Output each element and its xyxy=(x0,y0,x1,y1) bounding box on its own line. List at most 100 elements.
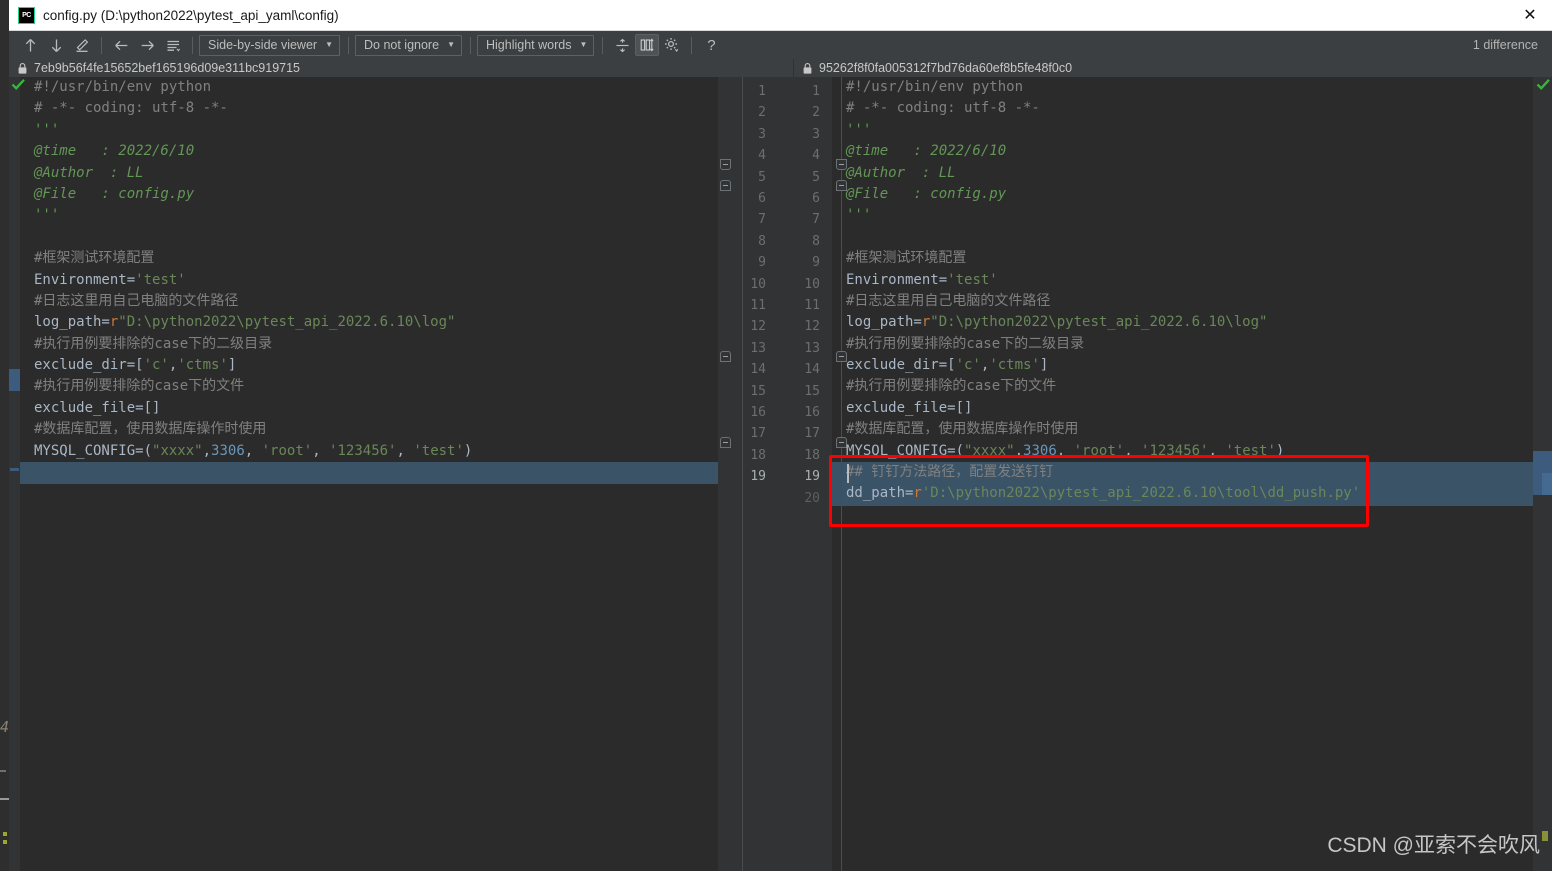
lock-icon xyxy=(803,62,812,74)
code-token: #数据库配置，使用数据库操作时使用 xyxy=(34,421,267,438)
line-number: 11 xyxy=(804,298,820,313)
arrow-down-icon[interactable] xyxy=(43,33,69,57)
line-number: 9 xyxy=(812,255,820,271)
window-title: config.py (D:\python2022\pytest_api_yaml… xyxy=(43,7,339,23)
code-line: #!/usr/bin/env python xyxy=(832,77,1360,98)
ignore-mode-label: Do not ignore xyxy=(364,38,440,52)
code-token: @Author : LL xyxy=(846,164,956,181)
title-bar: PC config.py (D:\python2022\pytest_api_y… xyxy=(9,0,1552,31)
code-token: 3306 xyxy=(1023,442,1057,459)
code-line: ## 钉钉方法路径，配置发送钉钉 xyxy=(832,462,1360,483)
close-icon[interactable]: ✕ xyxy=(1508,0,1552,31)
code-token: 'test' xyxy=(135,271,186,288)
ignore-mode-dropdown[interactable]: Do not ignore ▼ xyxy=(355,34,462,56)
line-number: 16 xyxy=(804,405,820,420)
right-error-stripe[interactable] xyxy=(1533,77,1552,871)
right-code-text: #!/usr/bin/env python # -*- coding: utf-8… xyxy=(832,77,1360,505)
code-line: log_path=r"D:\python2022\pytest_api_2022… xyxy=(20,312,472,333)
arrow-up-icon[interactable] xyxy=(17,33,43,57)
code-token: #执行用例要排除的case下的二级目录 xyxy=(846,335,1085,352)
lock-icon xyxy=(18,62,27,74)
code-token: #!/usr/bin/env python xyxy=(846,79,1024,95)
line-number: 2 xyxy=(758,105,766,121)
left-scroll-marker xyxy=(9,369,20,391)
diff-toolbar: Side-by-side viewer ▼ Do not ignore ▼ Hi… xyxy=(9,31,1552,59)
toolbar-divider-3 xyxy=(348,36,349,54)
code-line: @File : config.py xyxy=(20,184,472,205)
code-token: ''' xyxy=(846,121,872,138)
line-number: 20 xyxy=(804,490,820,506)
line-number: 19 xyxy=(750,469,766,485)
code-token: , xyxy=(202,442,212,459)
toolbar-divider-4 xyxy=(469,36,471,54)
fold-marker[interactable] xyxy=(720,437,731,448)
code-token: , xyxy=(312,442,330,459)
code-line: MYSQL_CONFIG=("xxxx",3306, 'root', '1234… xyxy=(832,441,1360,462)
line-number: 18 xyxy=(804,447,820,463)
code-line: Environment='test' xyxy=(832,270,1360,291)
arrow-left-icon[interactable] xyxy=(108,33,134,57)
code-line: ''' xyxy=(832,205,1360,226)
help-question-icon[interactable]: ? xyxy=(698,33,724,57)
gear-icon[interactable] xyxy=(659,33,685,57)
code-token: Environment= xyxy=(846,271,948,288)
code-line: exclude_file=[] xyxy=(20,398,472,419)
code-token: exclude_dir=[ xyxy=(846,357,956,374)
code-token: "D:\python2022\pytest_api_2022.6.10\log" xyxy=(930,314,1268,331)
code-token: "D:\python2022\pytest_api_2022.6.10\log" xyxy=(118,314,456,331)
toolbar-divider-2 xyxy=(192,36,193,54)
collapse-unchanged-icon[interactable] xyxy=(609,33,635,57)
highlight-mode-dropdown[interactable]: Highlight words ▼ xyxy=(476,34,595,56)
pencil-icon[interactable] xyxy=(69,33,95,57)
fold-marker[interactable] xyxy=(720,351,731,362)
pycharm-icon: PC xyxy=(18,6,35,24)
background-window-dot-2 xyxy=(3,840,7,844)
code-token: dd_path= xyxy=(846,485,914,502)
code-token: MYSQL_CONFIG=( xyxy=(846,442,965,459)
align-lines-icon[interactable] xyxy=(160,33,186,57)
line-number: 11 xyxy=(750,298,766,313)
synchronize-scroll-icon[interactable] xyxy=(635,34,660,56)
line-number: 8 xyxy=(812,233,820,249)
code-line: exclude_dir=['c','ctms'] xyxy=(20,355,472,376)
code-line: #执行用例要排除的case下的文件 xyxy=(20,376,472,397)
code-token: #日志这里用自己电脑的文件路径 xyxy=(846,292,1051,309)
viewer-mode-dropdown[interactable]: Side-by-side viewer ▼ xyxy=(199,34,340,56)
line-number: 2 xyxy=(812,105,820,121)
background-window-edge xyxy=(0,0,9,871)
fold-marker[interactable] xyxy=(720,180,731,191)
line-number: 6 xyxy=(758,191,766,206)
line-number: 12 xyxy=(804,319,820,335)
arrow-right-icon[interactable] xyxy=(134,33,160,57)
code-line: @File : config.py xyxy=(832,184,1360,205)
line-number: 14 xyxy=(750,362,766,378)
code-token: "xxxx" xyxy=(152,442,203,459)
code-token: @time : 2022/6/10 xyxy=(846,143,1007,160)
code-line: exclude_file=[] xyxy=(832,398,1360,419)
left-gutter: 1 2 3 4 5 6 7 8 9 10 11 12 13 14 15 16 17 18 19 xyxy=(718,77,776,871)
code-token: , xyxy=(396,442,414,459)
code-line: #日志这里用自己电脑的文件路径 xyxy=(20,291,472,312)
code-token: log_path= xyxy=(34,314,110,331)
text-caret xyxy=(847,464,849,483)
left-revision-bar: 7eb9b56f4fe15652bef165196d09e311bc919715 xyxy=(9,59,793,77)
line-number: 4 xyxy=(812,148,820,164)
code-line: # -*- coding: utf-8 -*- xyxy=(20,98,472,119)
code-token: #框架测试环境配置 xyxy=(34,250,155,267)
right-code-pane[interactable]: #!/usr/bin/env python # -*- coding: utf-8… xyxy=(832,77,1533,871)
code-token: 'root' xyxy=(261,442,313,459)
left-error-stripe[interactable] xyxy=(9,77,20,871)
code-token: MYSQL_CONFIG=( xyxy=(34,442,153,459)
diff-viewer-window: 4 PC config.py (D:\python2022\pytest_api… xyxy=(0,0,1552,871)
code-line: @Author : LL xyxy=(832,163,1360,184)
line-number: 7 xyxy=(758,212,766,228)
code-line: @Author : LL xyxy=(20,163,472,184)
left-code-pane[interactable]: #!/usr/bin/env python # -*- coding: utf-8… xyxy=(20,77,718,871)
chevron-down-icon: ▼ xyxy=(325,40,333,49)
fold-marker[interactable] xyxy=(720,159,731,170)
line-number: 3 xyxy=(812,126,820,142)
viewer-mode-label: Side-by-side viewer xyxy=(208,38,318,52)
left-revision-hash: 7eb9b56f4fe15652bef165196d09e311bc919715 xyxy=(34,61,301,75)
code-token: "xxxx" xyxy=(964,442,1015,459)
